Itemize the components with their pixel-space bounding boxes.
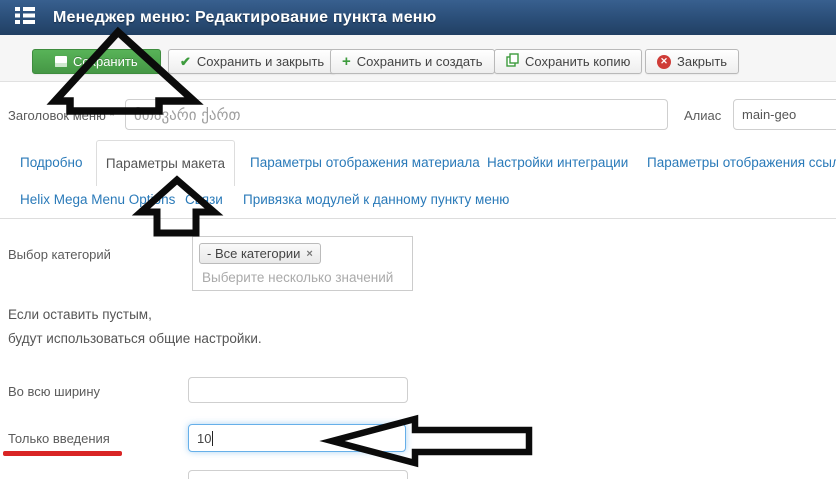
tab-layout-options-active[interactable]: Параметры макета [96, 140, 235, 186]
alias-label: Алиас [684, 108, 722, 123]
intro-only-input[interactable]: 10 [188, 424, 406, 452]
save-button[interactable]: Сохранить [32, 49, 161, 74]
category-select-label: Выбор категорий [8, 247, 111, 262]
tab-link-display-options[interactable]: Параметры отображения ссылки [647, 140, 836, 185]
tab-integration-settings[interactable]: Настройки интеграции [487, 140, 628, 185]
copy-icon [506, 53, 519, 70]
joomla-menu-item-editor: Менеджер меню: Редактирование пункта мен… [0, 0, 836, 479]
empty-hint-line1: Если оставить пустым, [8, 307, 152, 322]
check-icon: ✔ [180, 53, 191, 69]
clipped-bottom-input[interactable] [188, 470, 408, 479]
tab-associations[interactable]: Связи [185, 185, 223, 218]
text-cursor [212, 430, 214, 446]
close-button[interactable]: ✕ Закрыть [645, 49, 740, 74]
plus-icon: + [342, 53, 351, 70]
save-and-close-button[interactable]: ✔ Сохранить и закрыть [168, 49, 337, 74]
title-label: Заголовок меню * [8, 108, 115, 123]
title-input[interactable] [125, 99, 668, 130]
tab-module-assignment[interactable]: Привязка модулей к данному пункту меню [243, 185, 509, 218]
menu-list-icon [15, 6, 35, 30]
remove-chip-icon[interactable]: × [306, 248, 312, 260]
fullwidth-label: Во всю ширину [8, 384, 100, 399]
tab-details[interactable]: Подробно [20, 140, 83, 185]
tab-bar: Подробно Параметры макета Параметры отоб… [0, 140, 836, 219]
toolbar: Сохранить ✔ Сохранить и закрыть + Сохран… [0, 35, 836, 82]
selected-category-chip: - Все категории × [199, 243, 321, 264]
red-underline-annotation [3, 451, 122, 456]
window-header: Менеджер меню: Редактирование пункта мен… [0, 0, 836, 35]
tabs-divider [0, 218, 836, 219]
page-title: Менеджер меню: Редактирование пункта мен… [53, 8, 437, 26]
empty-hint-line2: будут использоваться общие настройки. [8, 331, 262, 346]
category-multiselect[interactable]: - Все категории × Выберите несколько зна… [192, 236, 413, 291]
multiselect-placeholder: Выберите несколько значений [202, 270, 394, 285]
save-and-new-button[interactable]: + Сохранить и создать [330, 49, 495, 74]
fullwidth-input[interactable] [188, 377, 408, 403]
alias-input[interactable] [733, 99, 836, 130]
close-circle-icon: ✕ [657, 54, 671, 69]
save-copy-button[interactable]: Сохранить копию [494, 49, 643, 74]
tab-helix-mega-menu[interactable]: Helix Mega Menu Options [20, 185, 175, 218]
save-disk-icon [55, 56, 67, 67]
tab-article-display-options[interactable]: Параметры отображения материала [250, 140, 480, 185]
intro-only-label: Только введения [8, 431, 110, 446]
